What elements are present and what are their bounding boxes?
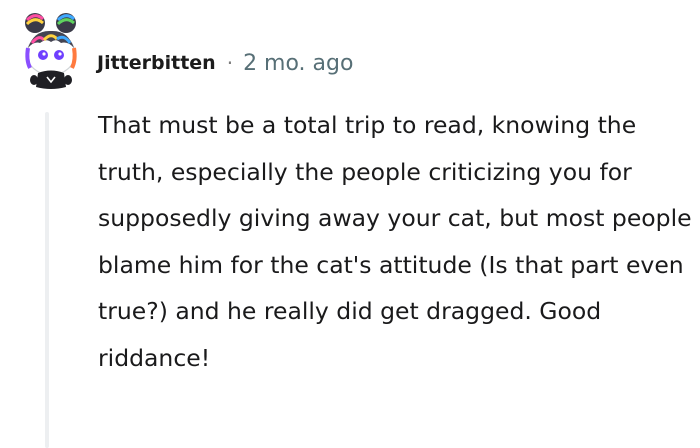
thread-collapse-line[interactable]: [45, 112, 49, 448]
comment-header: Jitterbitten · 2 mo. ago: [97, 46, 353, 80]
meta-separator: ·: [226, 51, 234, 75]
comment-body: That must be a total trip to read, knowi…: [98, 111, 692, 372]
comment-timestamp[interactable]: 2 mo. ago: [243, 51, 353, 76]
username-link[interactable]: Jitterbitten: [97, 52, 216, 74]
user-avatar-icon[interactable]: [14, 10, 86, 90]
comment: Jitterbitten · 2 mo. ago That must be a …: [0, 0, 700, 448]
